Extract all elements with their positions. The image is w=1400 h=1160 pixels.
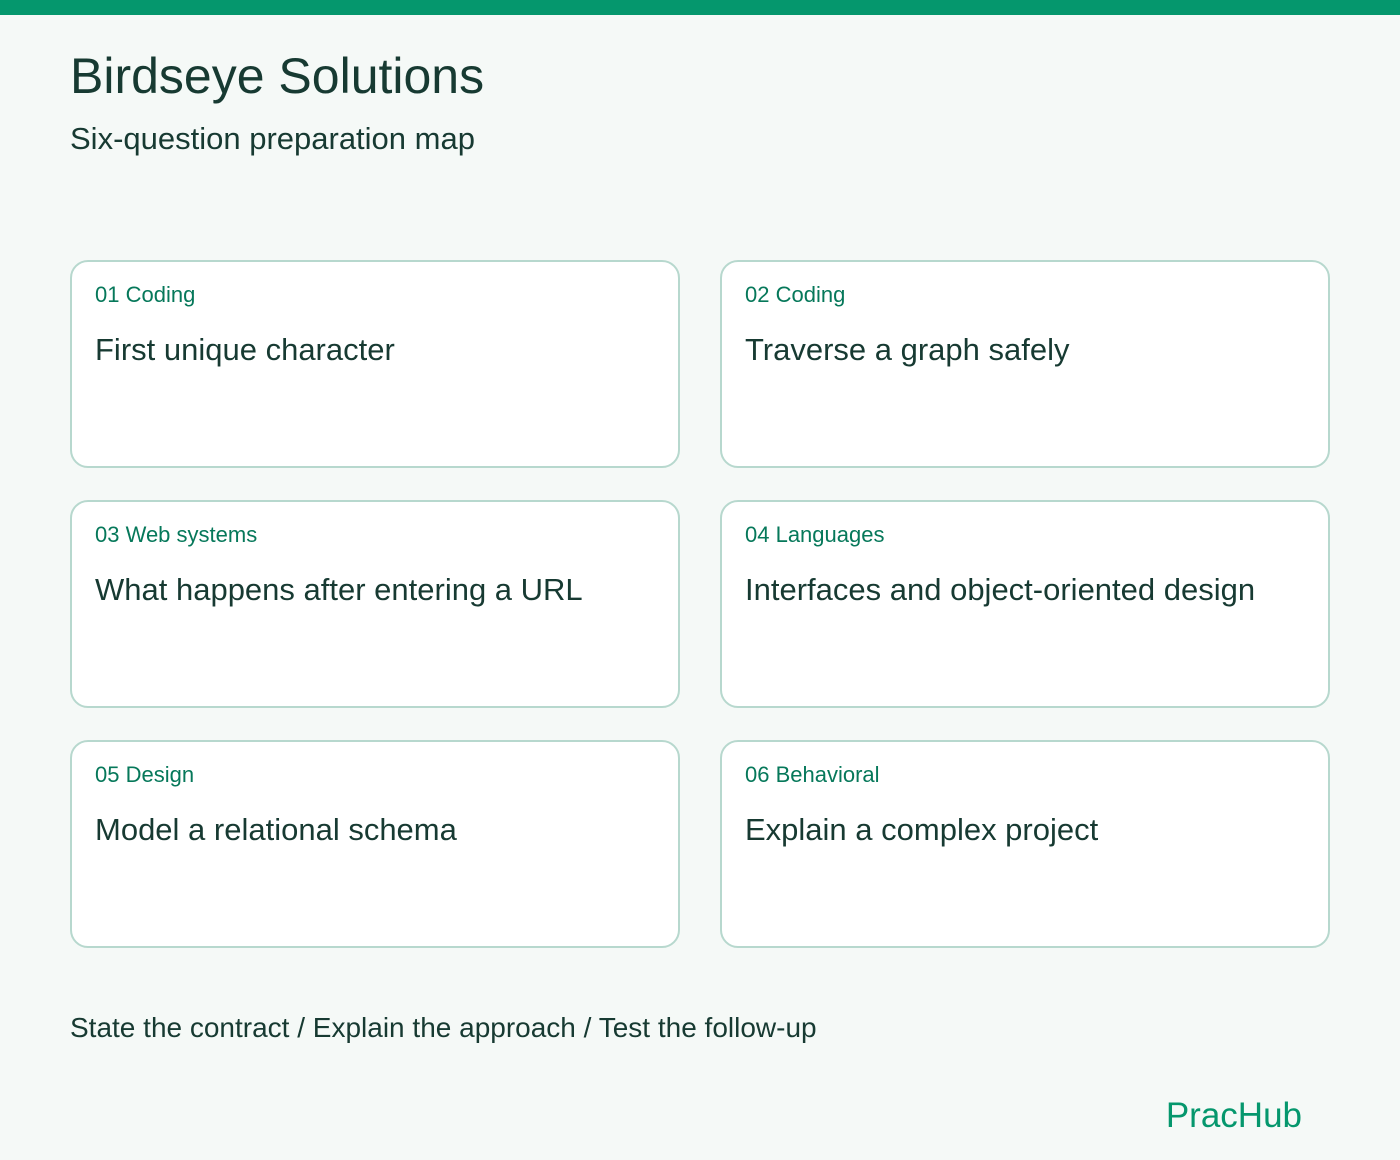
card-tag: 01 Coding — [95, 282, 196, 307]
card-title: Traverse a graph safely — [745, 332, 1070, 367]
page-title: Birdseye Solutions — [70, 48, 485, 104]
footer-steps: State the contract / Explain the approac… — [70, 1012, 817, 1043]
question-card-06[interactable]: 06 Behavioral Explain a complex project — [720, 740, 1330, 948]
card-title: Explain a complex project — [745, 812, 1099, 847]
card-tag: 04 Languages — [745, 522, 885, 547]
card-title: Model a relational schema — [95, 812, 457, 847]
question-card-grid: 01 Coding First unique character 02 Codi… — [70, 260, 1330, 948]
card-tag: 06 Behavioral — [745, 762, 880, 787]
card-tag: 05 Design — [95, 762, 195, 787]
brand-logo: PracHub — [1165, 1096, 1302, 1135]
page-subtitle: Six-question preparation map — [70, 121, 475, 156]
top-accent-bar — [0, 0, 1400, 15]
question-card-05[interactable]: 05 Design Model a relational schema — [70, 740, 680, 948]
question-card-04[interactable]: 04 Languages Interfaces and object-orien… — [720, 500, 1330, 708]
card-title: What happens after entering a URL — [95, 572, 583, 607]
card-tag: 03 Web systems — [95, 522, 258, 547]
card-title: First unique character — [95, 332, 395, 367]
question-card-02[interactable]: 02 Coding Traverse a graph safely — [720, 260, 1330, 468]
question-card-03[interactable]: 03 Web systems What happens after enteri… — [70, 500, 680, 708]
question-card-01[interactable]: 01 Coding First unique character — [70, 260, 680, 468]
card-tag: 02 Coding — [745, 282, 846, 307]
card-title: Interfaces and object-oriented design — [745, 572, 1256, 607]
